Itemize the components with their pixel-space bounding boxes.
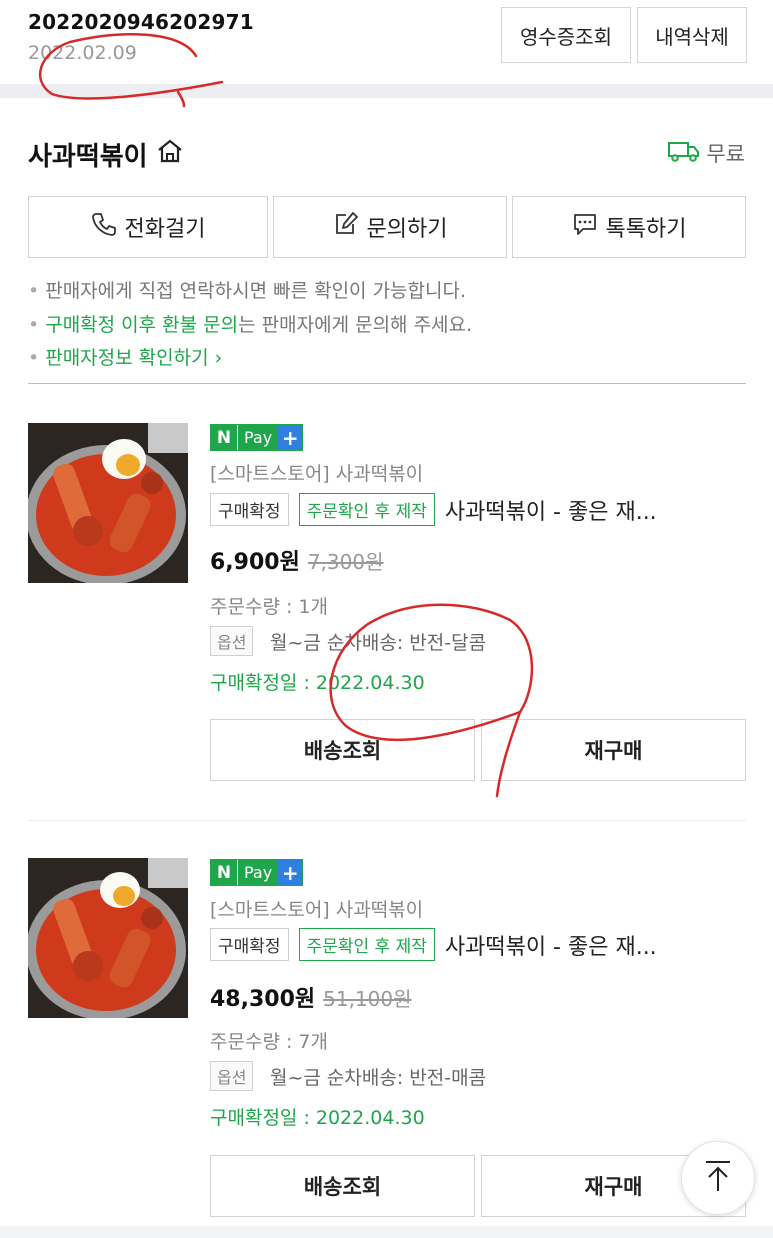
notice-text: 판매자에게 직접 연락하시면 빠른 확인이 가능합니다. — [45, 280, 467, 302]
npay-label: Pay — [237, 860, 279, 885]
original-price: 51,100원 — [323, 987, 412, 1011]
track-delivery-button[interactable]: 배송조회 — [210, 719, 475, 781]
call-button[interactable]: 전화걸기 — [28, 196, 268, 258]
made-to-order-badge: 주문확인 후 제작 — [298, 928, 435, 961]
purchase-confirm-date: 구매확정일 : 2022.04.30 — [210, 672, 425, 694]
product-title-row[interactable]: 구매확정 주문확인 후 제작 사과떡볶이 - 좋은 재... — [210, 928, 657, 961]
store-link[interactable]: 사과떡볶이 — [28, 136, 184, 173]
option-tag: 옵션 — [210, 626, 254, 656]
naver-pay-badge: N Pay + — [210, 424, 304, 451]
section-divider — [0, 84, 773, 98]
product-thumbnail[interactable] — [28, 423, 188, 583]
product-name: 사과떡볶이 - 좋은 재... — [444, 499, 657, 525]
original-price: 7,300원 — [307, 550, 384, 574]
rebuy-button[interactable]: 재구매 — [481, 719, 746, 781]
divider — [28, 820, 746, 821]
seller-name: [스마트스토어] 사과떡볶이 — [210, 463, 424, 485]
chat-icon — [572, 211, 598, 243]
talk-button[interactable]: 톡톡하기 — [512, 196, 746, 258]
notice-text: 는 판매자에게 문의해 주세요. — [238, 314, 473, 336]
price: 6,900원 — [210, 550, 300, 575]
price-row: 48,300원 51,100원 — [210, 981, 412, 1013]
quantity: 주문수량 : 7개 — [210, 1031, 328, 1053]
price: 48,300원 — [210, 987, 316, 1012]
edit-icon — [333, 211, 359, 243]
plus-icon: + — [278, 425, 303, 450]
call-button-label: 전화걸기 — [124, 217, 206, 242]
shipping-fee: 무료 — [668, 138, 745, 168]
red-annotation-marks — [38, 33, 534, 798]
divider — [28, 383, 746, 384]
scroll-top-button[interactable] — [681, 1141, 755, 1215]
track-delivery-button[interactable]: 배송조회 — [210, 1155, 475, 1217]
plus-icon: + — [278, 860, 303, 885]
naver-n-icon: N — [211, 860, 237, 885]
npay-label: Pay — [237, 425, 279, 450]
refund-inquiry-highlight: 구매확정 이후 환불 문의 — [45, 314, 239, 336]
truck-icon — [668, 140, 700, 167]
inquiry-button-label: 문의하기 — [366, 217, 448, 242]
delete-history-button[interactable]: 내역삭제 — [637, 7, 747, 63]
purchase-confirm-date: 구매확정일 : 2022.04.30 — [210, 1107, 425, 1129]
notice-line: • 구매확정 이후 환불 문의는 판매자에게 문의해 주세요. — [28, 314, 473, 336]
product-name: 사과떡볶이 - 좋은 재... — [444, 934, 657, 960]
product-title-row[interactable]: 구매확정 주문확인 후 제작 사과떡볶이 - 좋은 재... — [210, 493, 657, 526]
made-to-order-badge: 주문확인 후 제작 — [298, 493, 435, 526]
option-text: 월~금 순차배송: 반전-매콤 — [270, 1067, 487, 1089]
naver-pay-badge: N Pay + — [210, 859, 304, 886]
store-name: 사과떡볶이 — [28, 142, 148, 172]
phone-icon — [91, 211, 117, 243]
home-icon — [156, 137, 184, 172]
status-badge: 구매확정 — [210, 928, 289, 961]
notice-line: • 판매자에게 직접 연락하시면 빠른 확인이 가능합니다. — [28, 280, 467, 302]
quantity: 주문수량 : 1개 — [210, 596, 328, 618]
talk-button-label: 톡톡하기 — [605, 217, 687, 242]
chevron-right-icon: › — [208, 347, 223, 369]
receipt-button[interactable]: 영수증조회 — [501, 7, 631, 63]
naver-n-icon: N — [211, 425, 237, 450]
inquiry-button[interactable]: 문의하기 — [273, 196, 507, 258]
option-text: 월~금 순차배송: 반전-달콤 — [270, 632, 487, 654]
seller-info-text: 판매자정보 확인하기 — [45, 347, 209, 369]
option-tag: 옵션 — [210, 1061, 254, 1091]
seller-info-link[interactable]: • 판매자정보 확인하기 › — [28, 343, 222, 370]
order-number: 2022020946202971 — [28, 10, 254, 34]
arrow-up-icon — [703, 1159, 733, 1197]
status-badge: 구매확정 — [210, 493, 289, 526]
bottom-strip — [0, 1226, 773, 1238]
price-row: 6,900원 7,300원 — [210, 544, 383, 576]
order-date: 2022.02.09 — [28, 42, 137, 64]
product-thumbnail[interactable] — [28, 858, 188, 1018]
shipping-fee-text: 무료 — [706, 142, 745, 166]
seller-name: [스마트스토어] 사과떡볶이 — [210, 899, 424, 921]
